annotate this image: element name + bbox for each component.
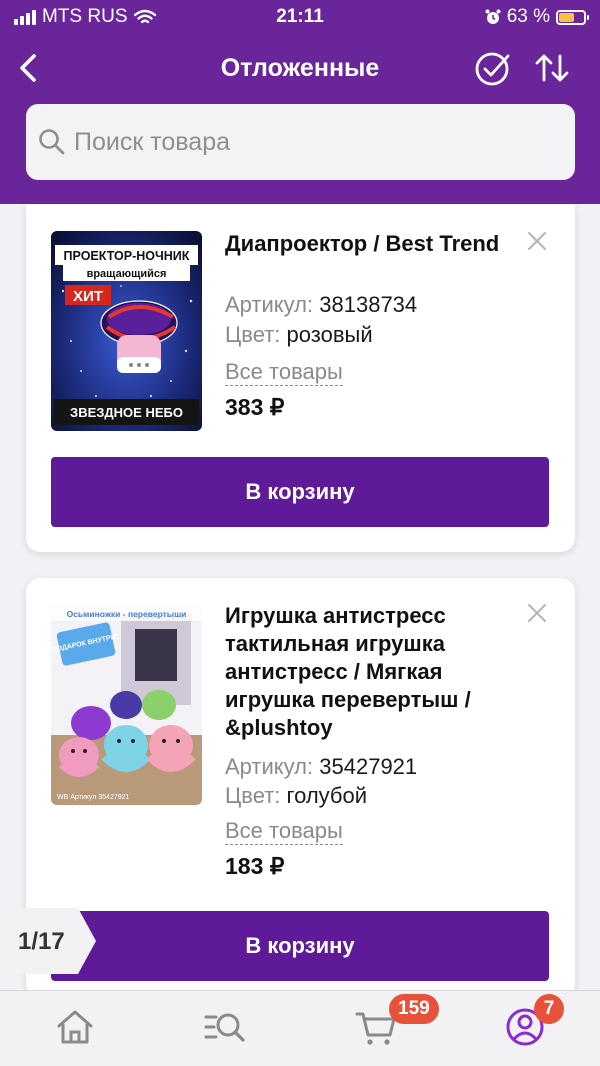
image-caption-bottom: ЗВЕЗДНОЕ НЕБО bbox=[70, 405, 183, 420]
projector-image: ПРОЕКТОР-НОЧНИК вращающийся ХИТ ЗВЕЗДНОЕ… bbox=[51, 231, 202, 431]
all-goods-link[interactable]: Все товары bbox=[225, 818, 343, 845]
article-label: Артикул: bbox=[225, 754, 314, 779]
remove-close-icon[interactable] bbox=[526, 230, 548, 252]
cart-count-badge: 159 bbox=[389, 994, 439, 1024]
image-caption-top: ПРОЕКТОР-НОЧНИК bbox=[64, 249, 190, 263]
catalog-search-icon[interactable] bbox=[203, 1005, 247, 1049]
article-value: 35427921 bbox=[319, 754, 418, 779]
product-color: Цвет: голубой bbox=[225, 781, 367, 811]
status-bar: MTS RUS 21:11 63 % bbox=[0, 0, 600, 34]
color-value: розовый bbox=[286, 322, 373, 347]
product-color: Цвет: розовый bbox=[225, 320, 373, 350]
product-article: Артикул: 35427921 bbox=[225, 752, 417, 782]
product-name[interactable]: Игрушка антистресс тактильная игрушка ан… bbox=[225, 602, 525, 742]
search-input[interactable] bbox=[74, 104, 564, 180]
product-name[interactable]: Диапроектор / Best Trend bbox=[225, 230, 525, 258]
product-image[interactable]: ПРОЕКТОР-НОЧНИК вращающийся ХИТ ЗВЕЗДНОЕ… bbox=[51, 231, 202, 431]
battery-fill bbox=[559, 12, 575, 22]
home-icon[interactable] bbox=[53, 1005, 97, 1049]
color-label: Цвет: bbox=[225, 322, 281, 347]
page-indicator-text: 1/17 bbox=[18, 928, 65, 955]
tab-bar: 159 7 bbox=[0, 990, 600, 1066]
page-indicator: 1/17 bbox=[0, 908, 96, 974]
product-card[interactable]: ПРОЕКТОР-НОЧНИК вращающийся ХИТ ЗВЕЗДНОЕ… bbox=[26, 204, 575, 552]
product-price: 183 ₽ bbox=[225, 853, 285, 879]
product-image[interactable]: Осьминожки - перевертыши ПОДАРОК ВНУТРИ!… bbox=[51, 605, 202, 805]
color-label: Цвет: bbox=[225, 783, 281, 808]
color-value: голубой bbox=[286, 783, 368, 808]
remove-close-icon[interactable] bbox=[526, 602, 548, 624]
image-hit-badge: ХИТ bbox=[73, 288, 103, 305]
add-to-cart-button[interactable]: В корзину bbox=[51, 457, 549, 527]
sort-icon[interactable] bbox=[532, 48, 572, 88]
select-all-check-icon[interactable] bbox=[474, 48, 514, 88]
battery-percent: 63 % bbox=[506, 6, 550, 27]
image-caption-sub: вращающийся bbox=[87, 268, 167, 280]
header: MTS RUS 21:11 63 % Отложенные bbox=[0, 0, 600, 204]
all-goods-link[interactable]: Все товары bbox=[225, 359, 343, 386]
profile-notification-badge: 7 bbox=[534, 994, 564, 1024]
add-to-cart-button[interactable]: В корзину bbox=[51, 911, 549, 981]
alarm-icon bbox=[485, 9, 501, 24]
status-right: 63 % bbox=[485, 6, 589, 28]
product-article: Артикул: 38138734 bbox=[225, 290, 417, 320]
image-caption-bottom: WB Артикул 35427921 bbox=[57, 794, 130, 801]
article-value: 38138734 bbox=[319, 292, 418, 317]
search-icon bbox=[39, 129, 65, 155]
battery-icon bbox=[556, 9, 589, 25]
article-label: Артикул: bbox=[225, 292, 314, 317]
plush-octopus-image: Осьминожки - перевертыши ПОДАРОК ВНУТРИ!… bbox=[51, 605, 202, 805]
product-card[interactable]: Осьминожки - перевертыши ПОДАРОК ВНУТРИ!… bbox=[26, 578, 575, 998]
search-bar[interactable] bbox=[26, 104, 575, 180]
image-caption-top: Осьминожки - перевертыши bbox=[67, 609, 187, 619]
product-price: 383 ₽ bbox=[225, 394, 285, 420]
